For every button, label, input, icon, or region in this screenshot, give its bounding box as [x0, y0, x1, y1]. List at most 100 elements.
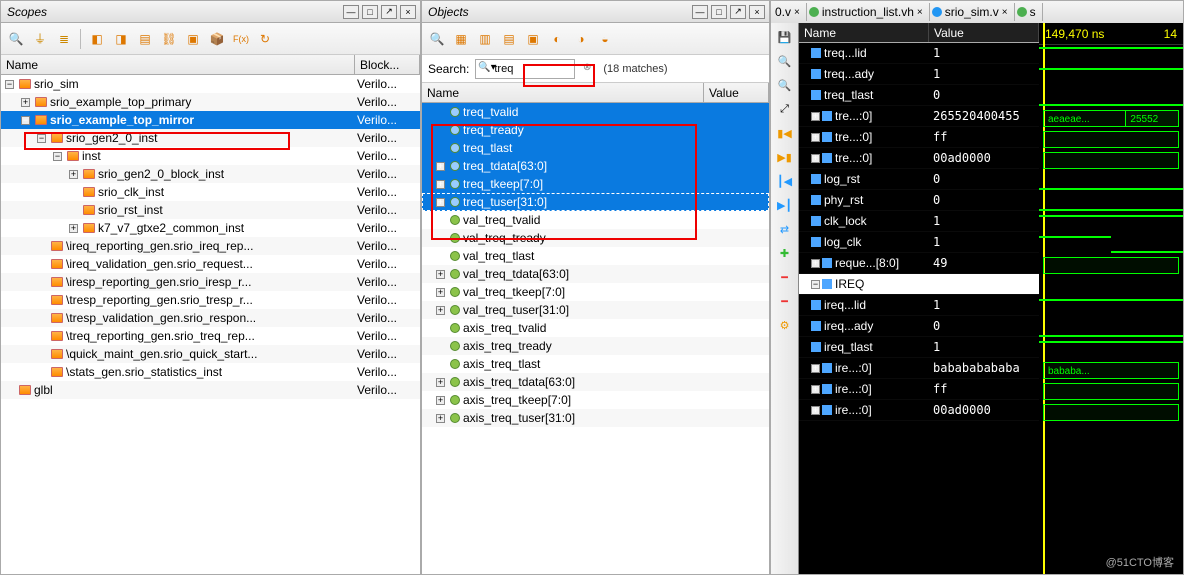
- tool-pkg-icon[interactable]: 📦: [206, 28, 228, 50]
- list-item[interactable]: treq_tready: [422, 121, 769, 139]
- expander[interactable]: +: [436, 396, 445, 405]
- expander[interactable]: +: [811, 385, 820, 394]
- tree-row[interactable]: \iresp_reporting_gen.srio_iresp_r...Veri…: [1, 273, 420, 291]
- clear-search-icon[interactable]: ⊗: [583, 62, 591, 73]
- signal-row[interactable]: +ire...:0]ff: [799, 379, 1039, 400]
- expander[interactable]: +: [811, 259, 820, 268]
- list-item[interactable]: axis_treq_tready: [422, 337, 769, 355]
- tool-block-icon[interactable]: ▣: [182, 28, 204, 50]
- add-icon[interactable]: ✚: [775, 243, 795, 263]
- expander[interactable]: −: [811, 280, 820, 289]
- popout-button[interactable]: ↗: [730, 5, 746, 19]
- list-item[interactable]: treq_tlast: [422, 139, 769, 157]
- list-item[interactable]: axis_treq_tvalid: [422, 319, 769, 337]
- tree-row[interactable]: \stats_gen.srio_statistics_instVerilo...: [1, 363, 420, 381]
- signal-row[interactable]: treq_tlast0: [799, 85, 1039, 106]
- tree-row[interactable]: srio_rst_instVerilo...: [1, 201, 420, 219]
- tool-cube1-icon[interactable]: ◧: [86, 28, 108, 50]
- divider-icon[interactable]: ━: [775, 291, 795, 311]
- obj-tool6-icon[interactable]: ◑: [570, 28, 592, 50]
- tool-link-icon[interactable]: ⛓: [158, 28, 180, 50]
- list-item[interactable]: +axis_treq_tkeep[7:0]: [422, 391, 769, 409]
- wave-name-header[interactable]: Name: [799, 23, 929, 42]
- tab[interactable]: instruction_list.vh×: [807, 3, 930, 21]
- expander[interactable]: +: [436, 270, 445, 279]
- signal-row[interactable]: clk_lock1: [799, 211, 1039, 232]
- tree-row[interactable]: \ireq_validation_gen.srio_request...Veri…: [1, 255, 420, 273]
- expander[interactable]: −: [53, 152, 62, 161]
- tree-row[interactable]: glblVerilo...: [1, 381, 420, 399]
- expander[interactable]: +: [811, 133, 820, 142]
- tree-row[interactable]: −srio_gen2_0_instVerilo...: [1, 129, 420, 147]
- expander[interactable]: +: [436, 306, 445, 315]
- tree-row[interactable]: \tresp_validation_gen.srio_respon...Veri…: [1, 309, 420, 327]
- zoom-fit-icon[interactable]: ⤢: [775, 99, 795, 119]
- tree-row[interactable]: \quick_maint_gen.srio_quick_start...Veri…: [1, 345, 420, 363]
- expander[interactable]: +: [811, 154, 820, 163]
- expander[interactable]: +: [436, 288, 445, 297]
- tab[interactable]: s: [1015, 3, 1043, 21]
- expander[interactable]: +: [436, 414, 445, 423]
- obj-tool3-icon[interactable]: ▤: [498, 28, 520, 50]
- remove-icon[interactable]: ━: [775, 267, 795, 287]
- objects-tree[interactable]: treq_tvalidtreq_treadytreq_tlast+treq_td…: [422, 103, 769, 574]
- expander[interactable]: −: [21, 116, 30, 125]
- minimize-button[interactable]: —: [692, 5, 708, 19]
- prev-edge-icon[interactable]: ▮◀: [775, 123, 795, 143]
- save-icon[interactable]: 💾: [775, 27, 795, 47]
- list-item[interactable]: val_treq_tready: [422, 229, 769, 247]
- popout-button[interactable]: ↗: [381, 5, 397, 19]
- list-item[interactable]: treq_tvalid: [422, 103, 769, 121]
- obj-tool7-icon[interactable]: ◒: [594, 28, 616, 50]
- close-icon[interactable]: ×: [1002, 7, 1008, 18]
- signal-row[interactable]: ireq_tlast1: [799, 337, 1039, 358]
- tool-fx-icon[interactable]: F(x): [230, 28, 252, 50]
- tree-row[interactable]: +srio_gen2_0_block_instVerilo...: [1, 165, 420, 183]
- expander[interactable]: +: [811, 364, 820, 373]
- expander[interactable]: +: [811, 406, 820, 415]
- list-item[interactable]: val_treq_tlast: [422, 247, 769, 265]
- maximize-button[interactable]: □: [362, 5, 378, 19]
- tree-row[interactable]: −srio_simVerilo...: [1, 75, 420, 93]
- signal-row[interactable]: ireq...ady0: [799, 316, 1039, 337]
- wave-signal-list[interactable]: treq...lid1treq...ady1treq_tlast0+tre...…: [799, 43, 1039, 574]
- obj-tool5-icon[interactable]: ◐: [546, 28, 568, 50]
- list-item[interactable]: +axis_treq_tdata[63:0]: [422, 373, 769, 391]
- signal-row[interactable]: treq...ady1: [799, 64, 1039, 85]
- obj-tool2-icon[interactable]: ▥: [474, 28, 496, 50]
- signal-row[interactable]: phy_rst0: [799, 190, 1039, 211]
- list-item[interactable]: +val_treq_tkeep[7:0]: [422, 283, 769, 301]
- expander[interactable]: −: [37, 134, 46, 143]
- signal-row[interactable]: ireq...lid1: [799, 295, 1039, 316]
- play-icon[interactable]: ▶┃: [775, 195, 795, 215]
- expander[interactable]: +: [436, 378, 445, 387]
- tab[interactable]: srio_sim.v×: [930, 3, 1015, 21]
- signal-row[interactable]: +reque...[8:0]49: [799, 253, 1039, 274]
- scopes-tree[interactable]: −srio_simVerilo...+srio_example_top_prim…: [1, 75, 420, 574]
- list-item[interactable]: +treq_tuser[31:0]: [422, 193, 769, 211]
- list-item[interactable]: axis_treq_tlast: [422, 355, 769, 373]
- tab[interactable]: 0.v×: [773, 3, 807, 21]
- expander[interactable]: +: [436, 198, 445, 207]
- wave-value-header[interactable]: Value: [929, 23, 1039, 42]
- tree-row[interactable]: −srio_example_top_mirrorVerilo...: [1, 111, 420, 129]
- signal-row[interactable]: +ire...:0]babababababa: [799, 358, 1039, 379]
- list-item[interactable]: val_treq_tvalid: [422, 211, 769, 229]
- wave-canvas[interactable]: 149,470 ns 14 aeaeae...25552bababa...: [1039, 23, 1183, 574]
- prev-icon[interactable]: ┃◀: [775, 171, 795, 191]
- signal-row[interactable]: treq...lid1: [799, 43, 1039, 64]
- tree-row[interactable]: +srio_example_top_primaryVerilo...: [1, 93, 420, 111]
- expander[interactable]: +: [436, 162, 445, 171]
- value-header[interactable]: Value: [704, 83, 769, 102]
- tree-row[interactable]: +k7_v7_gtxe2_common_instVerilo...: [1, 219, 420, 237]
- close-icon[interactable]: ×: [917, 7, 923, 18]
- close-button[interactable]: ×: [400, 5, 416, 19]
- tree-row[interactable]: −instVerilo...: [1, 147, 420, 165]
- signal-row[interactable]: log_clk1: [799, 232, 1039, 253]
- config-icon[interactable]: ⚙: [775, 315, 795, 335]
- filter-icon[interactable]: ⏚: [29, 28, 51, 50]
- expander[interactable]: +: [69, 170, 78, 179]
- list-item[interactable]: +treq_tkeep[7:0]: [422, 175, 769, 193]
- obj-tool4-icon[interactable]: ▣: [522, 28, 544, 50]
- tool-cube2-icon[interactable]: ◨: [110, 28, 132, 50]
